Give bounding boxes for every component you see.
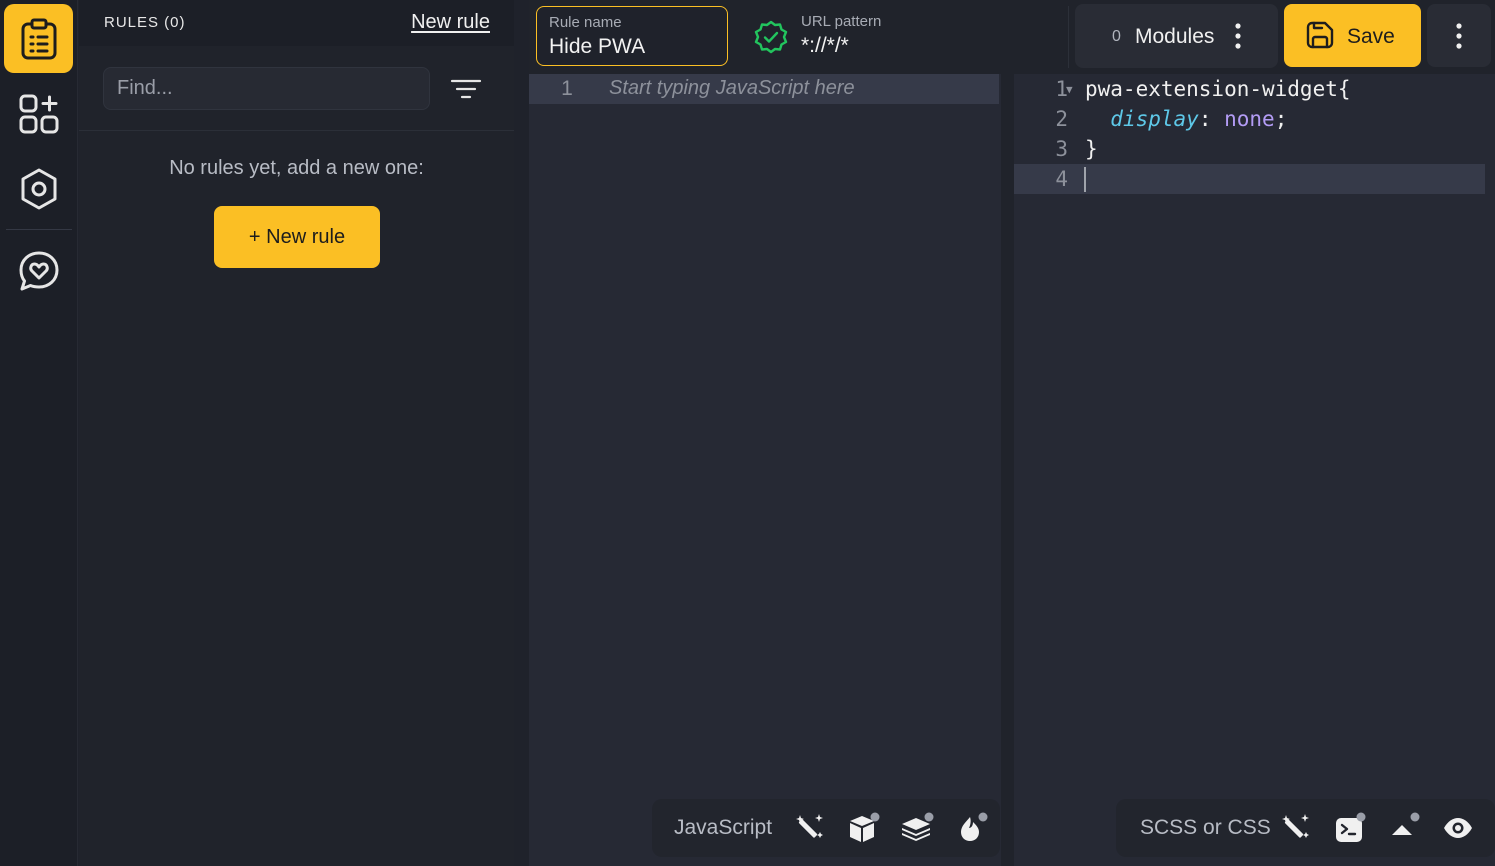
line-number: 2: [1055, 107, 1068, 131]
flame-drop-icon: [961, 812, 988, 841]
settings-hexagon-icon: [21, 168, 56, 209]
kebab-vertical-icon: [1456, 23, 1462, 49]
css-editor-active-line[interactable]: 4: [1014, 164, 1485, 194]
find-rules-input[interactable]: [103, 67, 430, 110]
javascript-editor[interactable]: 1 Start typing JavaScript here: [529, 74, 1001, 866]
url-pattern-value[interactable]: *://*/*: [801, 34, 849, 58]
css-editor-line[interactable]: 1 ▼ pwa-extension-widget{: [1014, 74, 1495, 104]
text-cursor: [1084, 167, 1086, 192]
kebab-vertical-icon: [1235, 23, 1241, 49]
js-packages-button[interactable]: [848, 812, 880, 844]
rules-divider: [79, 130, 514, 131]
save-icon: [1306, 21, 1334, 49]
feedback-nav-button[interactable]: [4, 236, 73, 305]
js-format-button[interactable]: [794, 812, 826, 844]
js-layers-button[interactable]: [902, 812, 934, 844]
css-selector: pwa-extension-widget{: [1085, 77, 1351, 101]
css-value: none: [1224, 107, 1275, 131]
eye-icon: [1444, 818, 1472, 838]
css-editor-line[interactable]: 3 }: [1014, 134, 1495, 164]
modules-nav-button[interactable]: [4, 79, 73, 148]
triangle-up-icon: [1392, 812, 1420, 835]
filter-button[interactable]: [449, 76, 483, 102]
url-pattern-label: URL pattern: [801, 13, 882, 30]
css-language-label: SCSS or CSS: [1140, 816, 1271, 839]
css-inject-button[interactable]: [1388, 812, 1420, 844]
css-editor-toolbar: SCSS or CSS: [1116, 799, 1495, 857]
icon-rail: [0, 0, 78, 866]
css-declaration: display: none;: [1085, 107, 1287, 131]
terminal-icon: [1336, 812, 1366, 842]
rules-nav-button[interactable]: [4, 4, 73, 73]
layers-icon: [902, 812, 934, 841]
modules-count: 0: [1112, 28, 1121, 45]
css-editor-line[interactable]: 2 display: none;: [1014, 104, 1495, 134]
valid-check-icon: [754, 20, 788, 54]
modules-button[interactable]: 0 Modules: [1075, 4, 1278, 68]
clipboard-list-icon: [21, 18, 56, 59]
magic-wand-icon: [796, 814, 823, 838]
css-console-button[interactable]: [1334, 812, 1366, 844]
js-editor-line[interactable]: 1 Start typing JavaScript here: [529, 74, 999, 104]
line-number: 1: [561, 77, 573, 100]
rules-panel: RULES (0) New rule No rules yet, add a n…: [79, 0, 514, 866]
js-editor-toolbar: JavaScript: [652, 799, 1000, 857]
css-format-button[interactable]: [1280, 812, 1312, 844]
cube-icon: [850, 812, 880, 842]
js-language-label: JavaScript: [674, 816, 773, 839]
js-editor-placeholder: Start typing JavaScript here: [609, 77, 855, 99]
rule-name-field[interactable]: Rule name Hide PWA: [536, 6, 728, 66]
app-root: RULES (0) New rule No rules yet, add a n…: [0, 0, 1495, 866]
url-pattern-field[interactable]: URL pattern *://*/*: [734, 0, 1067, 74]
rules-count-title: RULES (0): [104, 14, 186, 31]
line-number: 4: [1055, 167, 1068, 191]
editor-splitter[interactable]: [1001, 74, 1014, 866]
line-number: 1: [1055, 77, 1068, 101]
empty-rules-message: No rules yet, add a new one:: [169, 157, 424, 179]
apps-add-icon: [19, 94, 58, 133]
rule-name-value[interactable]: Hide PWA: [549, 35, 645, 59]
settings-nav-button[interactable]: [4, 154, 73, 223]
js-theme-button[interactable]: [956, 812, 988, 844]
css-editor[interactable]: 1 ▼ pwa-extension-widget{ 2 display: non…: [1014, 74, 1495, 866]
modules-label: Modules: [1135, 25, 1215, 48]
rules-header: RULES (0) New rule: [79, 0, 514, 46]
line-number: 3: [1055, 137, 1068, 161]
fold-arrow-icon[interactable]: ▼: [1066, 83, 1073, 96]
magic-wand-icon: [1282, 814, 1309, 838]
heart-chat-icon: [19, 251, 58, 290]
rule-name-label: Rule name: [549, 14, 622, 31]
css-colon: :: [1198, 107, 1225, 131]
save-button[interactable]: Save: [1284, 4, 1421, 67]
more-options-button[interactable]: [1427, 4, 1491, 67]
rail-divider: [6, 229, 72, 230]
css-semicolon: ;: [1274, 107, 1288, 131]
save-label: Save: [1347, 25, 1395, 48]
editor-topbar: Rule name Hide PWA URL pattern *://*/* 0…: [529, 0, 1495, 74]
new-rule-link[interactable]: New rule: [411, 11, 490, 34]
filter-lines-icon: [450, 79, 482, 99]
topbar-divider: [1068, 6, 1069, 68]
css-closing-brace: }: [1085, 137, 1098, 161]
css-property: display: [1110, 107, 1199, 131]
new-rule-button[interactable]: + New rule: [214, 206, 380, 268]
css-preview-button[interactable]: [1442, 812, 1474, 844]
